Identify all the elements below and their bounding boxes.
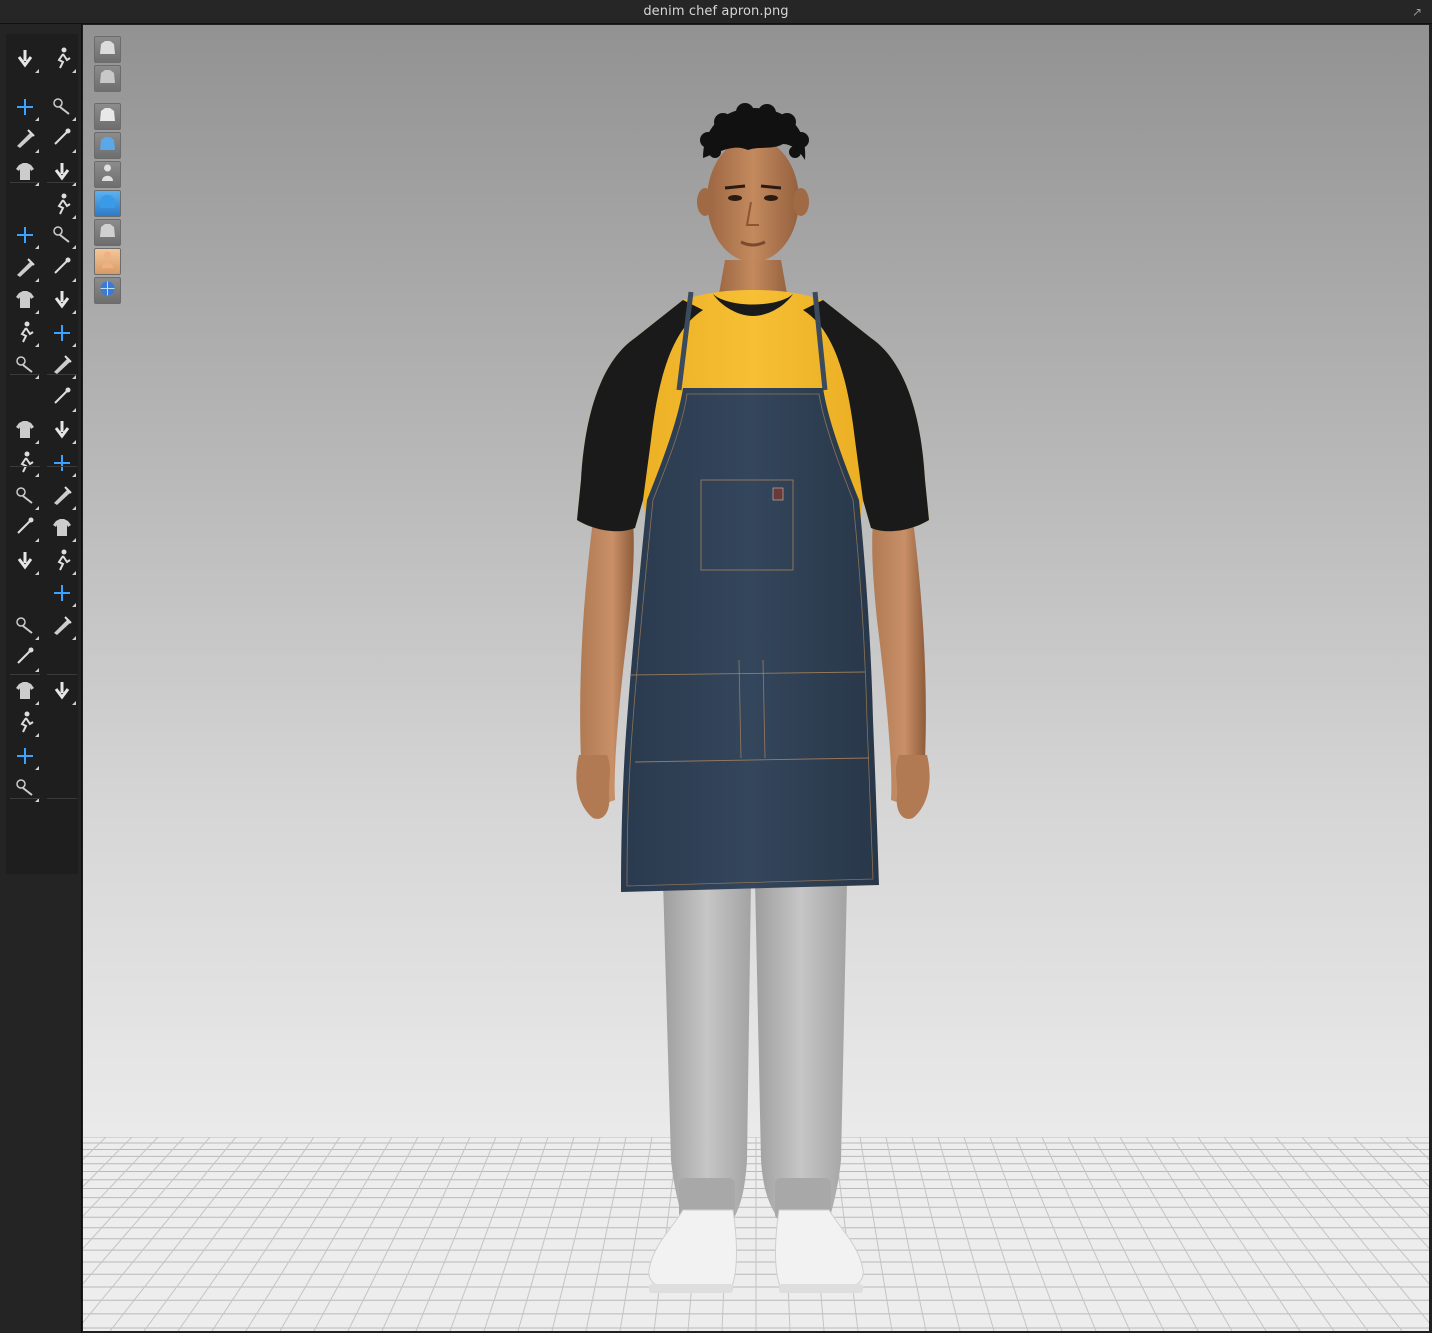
fabric-tool[interactable]: [47, 580, 77, 608]
joggers: [663, 880, 847, 1220]
shrinkage-tool[interactable]: [10, 548, 40, 576]
measure-avatar-tool[interactable]: [10, 678, 40, 706]
lock-tool[interactable]: [10, 450, 40, 478]
pattern-layer-tool[interactable]: [47, 417, 77, 445]
globe-icon: [97, 278, 118, 304]
3d-viewport[interactable]: [83, 25, 1429, 1331]
measure-tool[interactable]: [47, 222, 77, 250]
topstitch-tool[interactable]: [10, 352, 40, 380]
tool-separator: [47, 466, 77, 467]
avatar-pose-tool[interactable]: [47, 46, 77, 74]
avatar-head: [697, 103, 809, 262]
zip-pull-tool[interactable]: [10, 515, 40, 543]
pin-tool[interactable]: [47, 126, 77, 154]
shaded-view-icon: [97, 220, 118, 246]
puckering-tool[interactable]: [47, 287, 77, 315]
stitch-tool[interactable]: [47, 192, 77, 220]
view-show-pattern[interactable]: [94, 132, 121, 159]
select-button-tool[interactable]: [47, 385, 77, 413]
gift-tool[interactable]: [47, 515, 77, 543]
view-avatar-skin[interactable]: [94, 248, 121, 275]
segment-sewing-tool[interactable]: [10, 222, 40, 250]
view-3d-garment[interactable]: [94, 36, 121, 63]
show-garment-icon: [97, 104, 118, 130]
tool-separator: [10, 182, 40, 183]
tool-separator: [10, 674, 40, 675]
ruler-tool[interactable]: [47, 548, 77, 576]
transform-pattern-tool[interactable]: [10, 94, 40, 122]
avatar-tool[interactable]: [10, 613, 40, 641]
tool-separator: [47, 182, 77, 183]
view-show-garment[interactable]: [94, 103, 121, 130]
fit-map-tool[interactable]: [10, 743, 40, 771]
trim-tool[interactable]: [47, 320, 77, 348]
popout-icon[interactable]: ↗: [1410, 5, 1424, 19]
title-bar: denim chef apron.png ↗: [0, 0, 1432, 24]
pencil-tool[interactable]: [10, 710, 40, 738]
tool-separator: [47, 798, 77, 799]
view-shaded[interactable]: [94, 219, 121, 246]
select-move-tool[interactable]: [10, 46, 40, 74]
jacket-tool[interactable]: [47, 450, 77, 478]
free-sewing-tool[interactable]: [10, 255, 40, 283]
fold-arrangement-tool[interactable]: [47, 255, 77, 283]
tool-separator: [47, 674, 77, 675]
view-environment[interactable]: [94, 277, 121, 304]
button-hole-tool[interactable]: [10, 417, 40, 445]
edit-curve-tool[interactable]: [47, 94, 77, 122]
window-title: denim chef apron.png: [643, 4, 789, 19]
texture-tool[interactable]: [10, 287, 40, 315]
show-avatar-icon: [97, 162, 118, 188]
texture-surface-icon: [97, 191, 118, 217]
tool-separator: [10, 798, 40, 799]
button-tool[interactable]: [47, 352, 77, 380]
tool-separator: [10, 374, 40, 375]
garment-view-icon: [97, 37, 118, 63]
merge-tool[interactable]: [47, 678, 77, 706]
view-show-avatar[interactable]: [94, 161, 121, 188]
tool-separator: [47, 374, 77, 375]
size-grading-tool[interactable]: [47, 613, 77, 641]
tshirt-tool[interactable]: [47, 483, 77, 511]
tool-panel: [0, 24, 82, 1333]
select-mesh-tool[interactable]: [10, 126, 40, 154]
tool-separator: [10, 466, 40, 467]
view-garment-thickness[interactable]: [94, 65, 121, 92]
sneakers: [648, 1209, 864, 1293]
view-texture-surface[interactable]: [94, 190, 121, 217]
panel-tool[interactable]: [10, 645, 40, 673]
app-window: denim chef apron.png ↗: [0, 0, 1432, 1333]
show-pattern-icon: [97, 133, 118, 159]
zipper-tool[interactable]: [10, 483, 40, 511]
avatar-figure: [576, 103, 930, 1293]
right-arm: [872, 520, 930, 819]
avatar-skin-icon: [97, 249, 118, 275]
thickness-view-icon: [97, 66, 118, 92]
graphic-tool[interactable]: [10, 320, 40, 348]
